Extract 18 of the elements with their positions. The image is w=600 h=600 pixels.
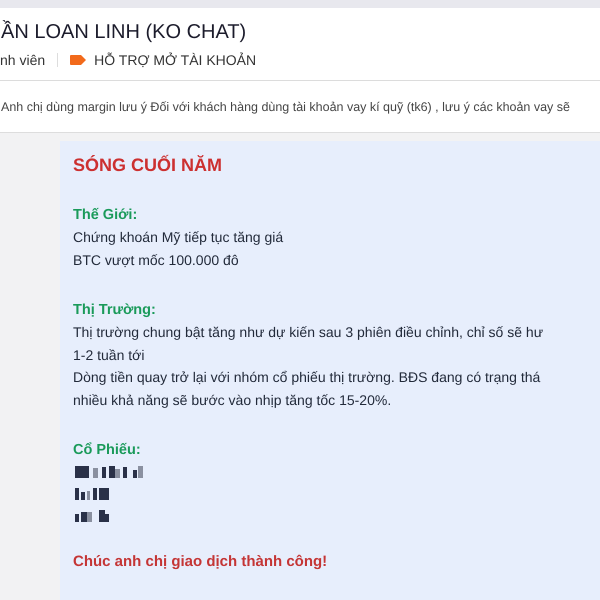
message-line: Thị trường chung bật tăng như dự kiến sau 3 phiên điều chỉnh, chỉ số sẽ hư (73, 323, 544, 342)
section-heading: Thị Trường: (73, 301, 157, 320)
closing-line: Chúc anh chị giao dịch thành công! (73, 553, 328, 570)
message-line: Chứng khoán Mỹ tiếp tục tăng giá (73, 228, 284, 247)
message-line: nhiều khả năng sẽ bước vào nhịp tăng tốc 15-20%. (73, 390, 392, 410)
message-line: Dòng tiền quay trở lại với nhóm cổ phiếu thị trường. BĐS đang có trạng thá (73, 368, 542, 387)
pixelated-text (75, 488, 109, 500)
section-heading: Cổ Phiếu: (73, 441, 142, 460)
pixelated-text (75, 466, 143, 478)
message-line: BTC vượt mốc 100.000 đô (73, 250, 240, 270)
tag-text: HỖ TRỢ MỞ TÀI KHOẢN (94, 52, 256, 68)
tag-icon (70, 54, 86, 64)
message-line: 1-2 tuần tới (73, 346, 146, 364)
member-label: nh viên (0, 52, 46, 68)
section-heading: Thế Giới: (73, 206, 138, 225)
pixelated-text (75, 510, 109, 522)
chat-title: ẦN LOAN LINH (KO CHAT) (0, 20, 248, 44)
message-title: SÓNG CUỐI NĂM (73, 155, 224, 176)
